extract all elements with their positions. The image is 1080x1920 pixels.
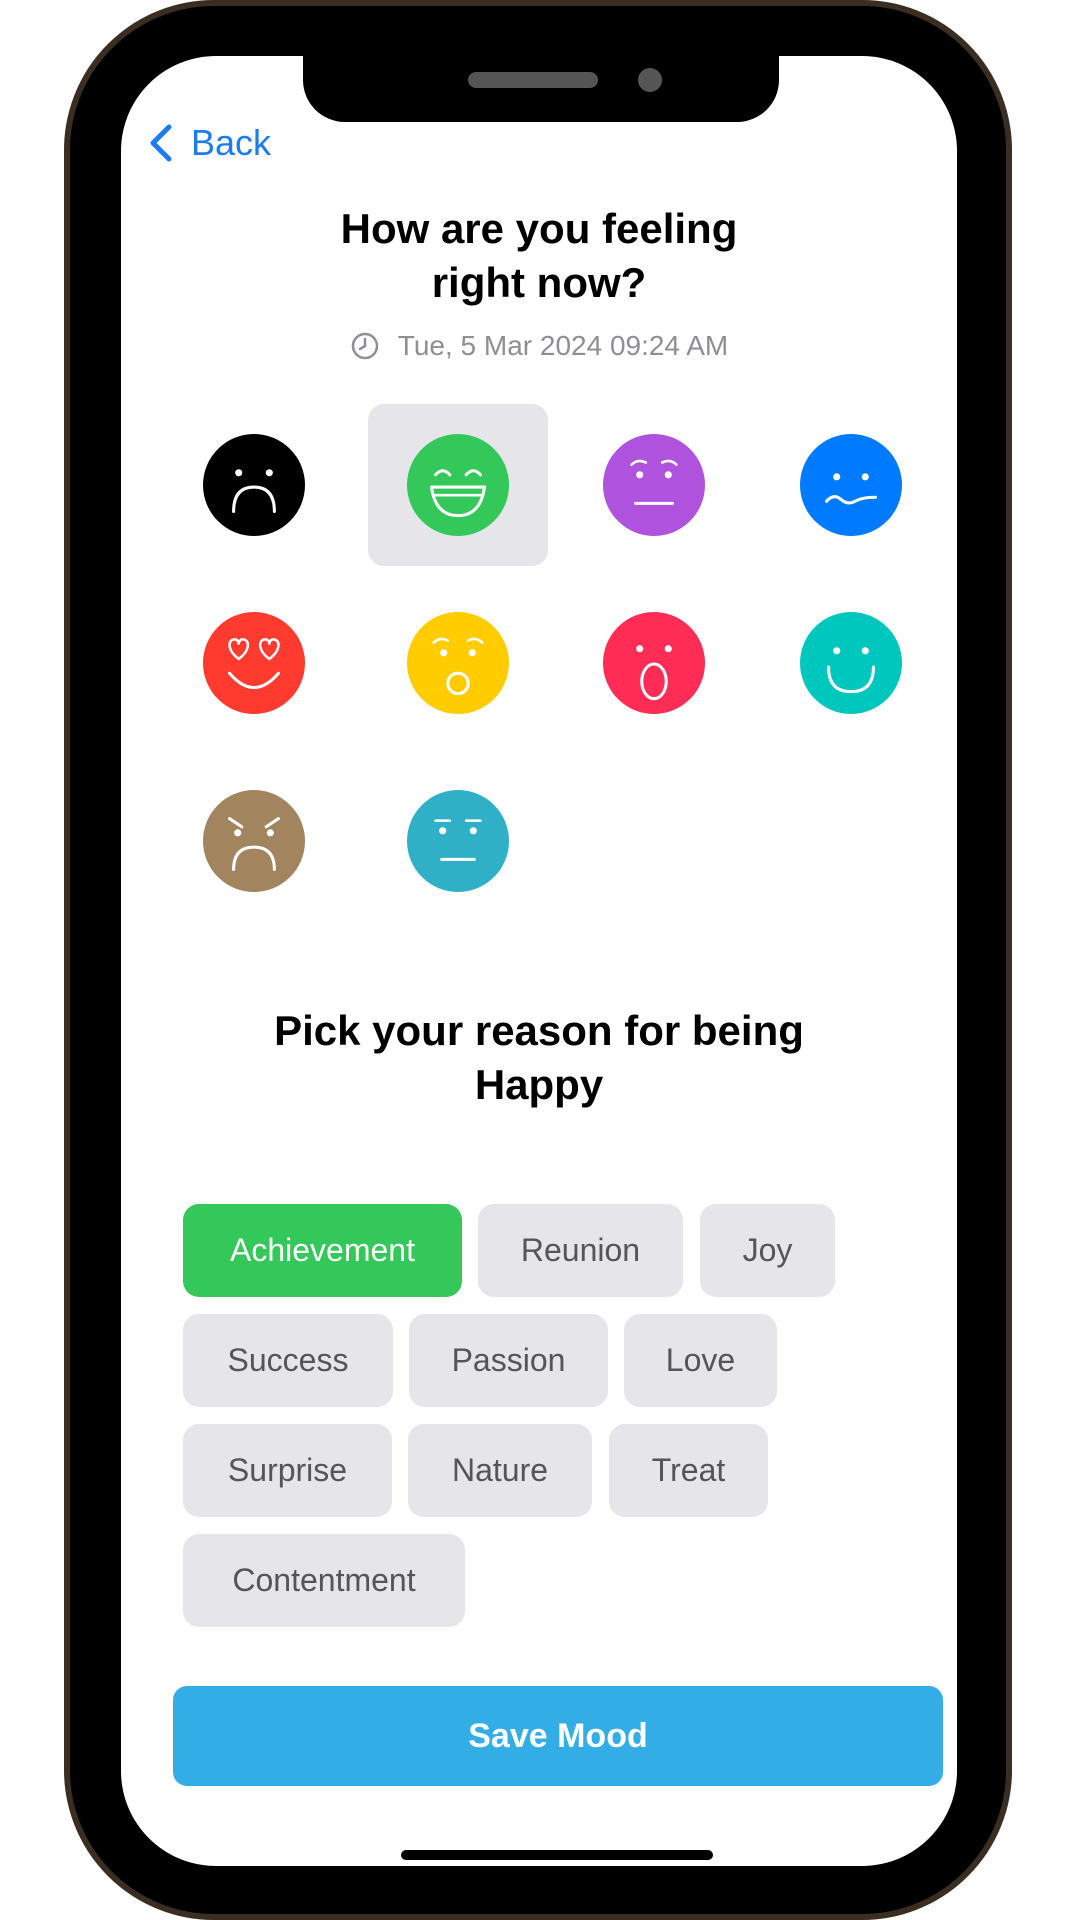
reason-chip-love[interactable]: Love: [624, 1314, 777, 1407]
chevron-left-icon: [150, 124, 172, 162]
screen: Back How are you feeling right now? Tue,…: [121, 56, 957, 1866]
reason-chip-achievement[interactable]: Achievement: [183, 1204, 462, 1297]
reason-title-line-1: Pick your reason for being: [274, 1007, 804, 1054]
mood-happy[interactable]: [368, 404, 548, 566]
neutral-face-icon: [407, 790, 509, 892]
page-title-line-2: right now?: [431, 259, 647, 306]
back-button[interactable]: Back: [147, 118, 271, 168]
page-title: How are you feeling right now?: [121, 202, 957, 310]
timestamp: Tue, 5 Mar 2024 09:24 AM: [121, 326, 957, 366]
mood-surprised[interactable]: [368, 582, 548, 744]
reason-chip-passion[interactable]: Passion: [409, 1314, 608, 1407]
timestamp-text: Tue, 5 Mar 2024 09:24 AM: [397, 330, 729, 361]
mood-angry[interactable]: [164, 760, 344, 922]
reason-title-line-2: Happy: [474, 1061, 604, 1108]
reason-chip-success[interactable]: Success: [183, 1314, 393, 1407]
reason-title: Pick your reason for being Happy: [121, 1004, 957, 1112]
mood-grid: [121, 404, 957, 964]
notch: [303, 56, 779, 122]
worried-face-icon: [603, 434, 705, 536]
mood-sad[interactable]: [164, 404, 344, 566]
mood-shocked[interactable]: [564, 582, 744, 744]
mood-uneasy[interactable]: [761, 404, 941, 566]
save-mood-button[interactable]: Save Mood: [173, 1686, 943, 1786]
reason-chip-joy[interactable]: Joy: [700, 1204, 835, 1297]
home-indicator[interactable]: [401, 1850, 713, 1860]
clock-icon: [351, 332, 378, 360]
reason-chip-surprise[interactable]: Surprise: [183, 1424, 392, 1517]
surprised-face-icon: [407, 612, 509, 714]
reason-chip-contentment[interactable]: Contentment: [183, 1534, 465, 1627]
sad-face-icon: [203, 434, 305, 536]
reason-chip-reunion[interactable]: Reunion: [478, 1204, 683, 1297]
heart-eyes-face-icon: [203, 612, 305, 714]
speaker: [468, 72, 598, 88]
shocked-face-icon: [603, 612, 705, 714]
page-title-line-1: How are you feeling: [340, 205, 738, 252]
uneasy-face-icon: [800, 434, 902, 536]
happy-face-icon: [407, 434, 509, 536]
mood-content[interactable]: [761, 582, 941, 744]
reason-chip-treat[interactable]: Treat: [609, 1424, 768, 1517]
reason-chip-nature[interactable]: Nature: [408, 1424, 592, 1517]
mood-worried[interactable]: [564, 404, 744, 566]
mood-in-love[interactable]: [164, 582, 344, 744]
back-label: Back: [191, 122, 272, 163]
angry-face-icon: [203, 790, 305, 892]
mood-neutral[interactable]: [368, 760, 548, 922]
camera: [638, 68, 662, 92]
smiling-face-icon: [800, 612, 902, 714]
